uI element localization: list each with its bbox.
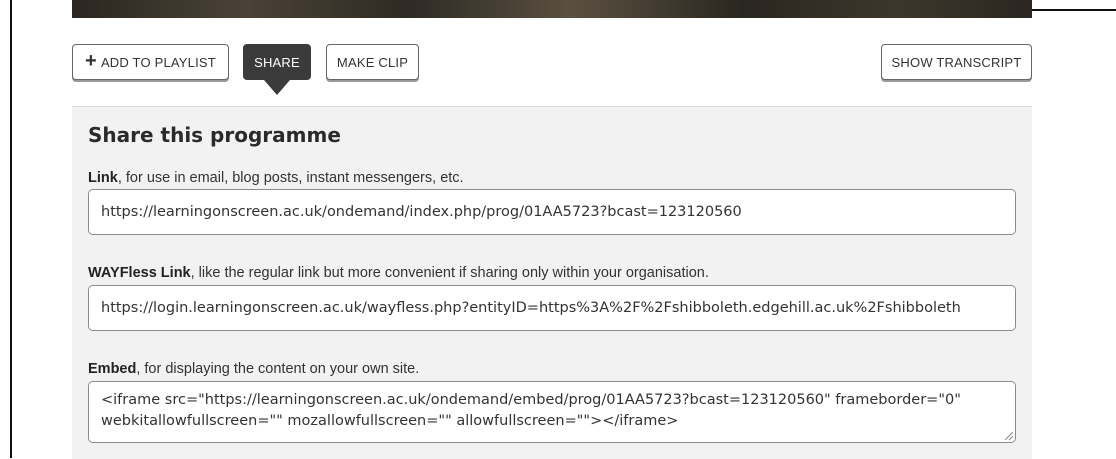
wayfless-label: WAYFless Link, like the regular link but… xyxy=(88,265,709,281)
wayfless-label-bold: WAYFless Link xyxy=(88,265,191,281)
add-to-playlist-label: ADD TO PLAYLIST xyxy=(100,54,216,70)
make-clip-button[interactable]: MAKE CLIP xyxy=(326,44,419,80)
embed-label: Embed, for displaying the content on you… xyxy=(88,361,419,377)
wayfless-label-description: , like the regular link but more conveni… xyxy=(190,265,709,281)
share-label: SHARE xyxy=(254,54,300,70)
embed-label-bold: Embed xyxy=(88,361,137,377)
link-label-description: , for use in email, blog posts, instant … xyxy=(117,170,464,186)
video-player-bottom-edge xyxy=(72,0,1032,18)
embed-code-text: <iframe src="https://learningonscreen.ac… xyxy=(101,392,961,429)
wayfless-link-field[interactable]: https://login.learningonscreen.ac.uk/way… xyxy=(88,285,1016,331)
share-button[interactable]: SHARE xyxy=(243,44,311,80)
plus-icon: + xyxy=(85,50,97,72)
share-pointer-arrow xyxy=(264,80,290,95)
link-label: Link, for use in email, blog posts, inst… xyxy=(88,170,464,186)
make-clip-label: MAKE CLIP xyxy=(336,54,409,70)
embed-label-description: , for displaying the content on your own… xyxy=(136,361,420,377)
link-label-bold: Link xyxy=(88,170,118,186)
window-border-left xyxy=(10,0,12,458)
show-transcript-label: SHOW TRANSCRIPT xyxy=(891,54,1022,70)
share-panel: Share this programme Link, for use in em… xyxy=(72,106,1032,459)
embed-code-textarea[interactable]: <iframe src="https://learningonscreen.ac… xyxy=(88,381,1016,443)
show-transcript-button[interactable]: SHOW TRANSCRIPT xyxy=(881,44,1032,80)
add-to-playlist-button[interactable]: + ADD TO PLAYLIST xyxy=(72,44,229,80)
share-panel-title: Share this programme xyxy=(88,123,341,147)
resize-handle-icon[interactable] xyxy=(1005,432,1013,440)
window-border-top xyxy=(1032,9,1116,11)
link-field[interactable]: https://learningonscreen.ac.uk/ondemand/… xyxy=(88,189,1016,235)
